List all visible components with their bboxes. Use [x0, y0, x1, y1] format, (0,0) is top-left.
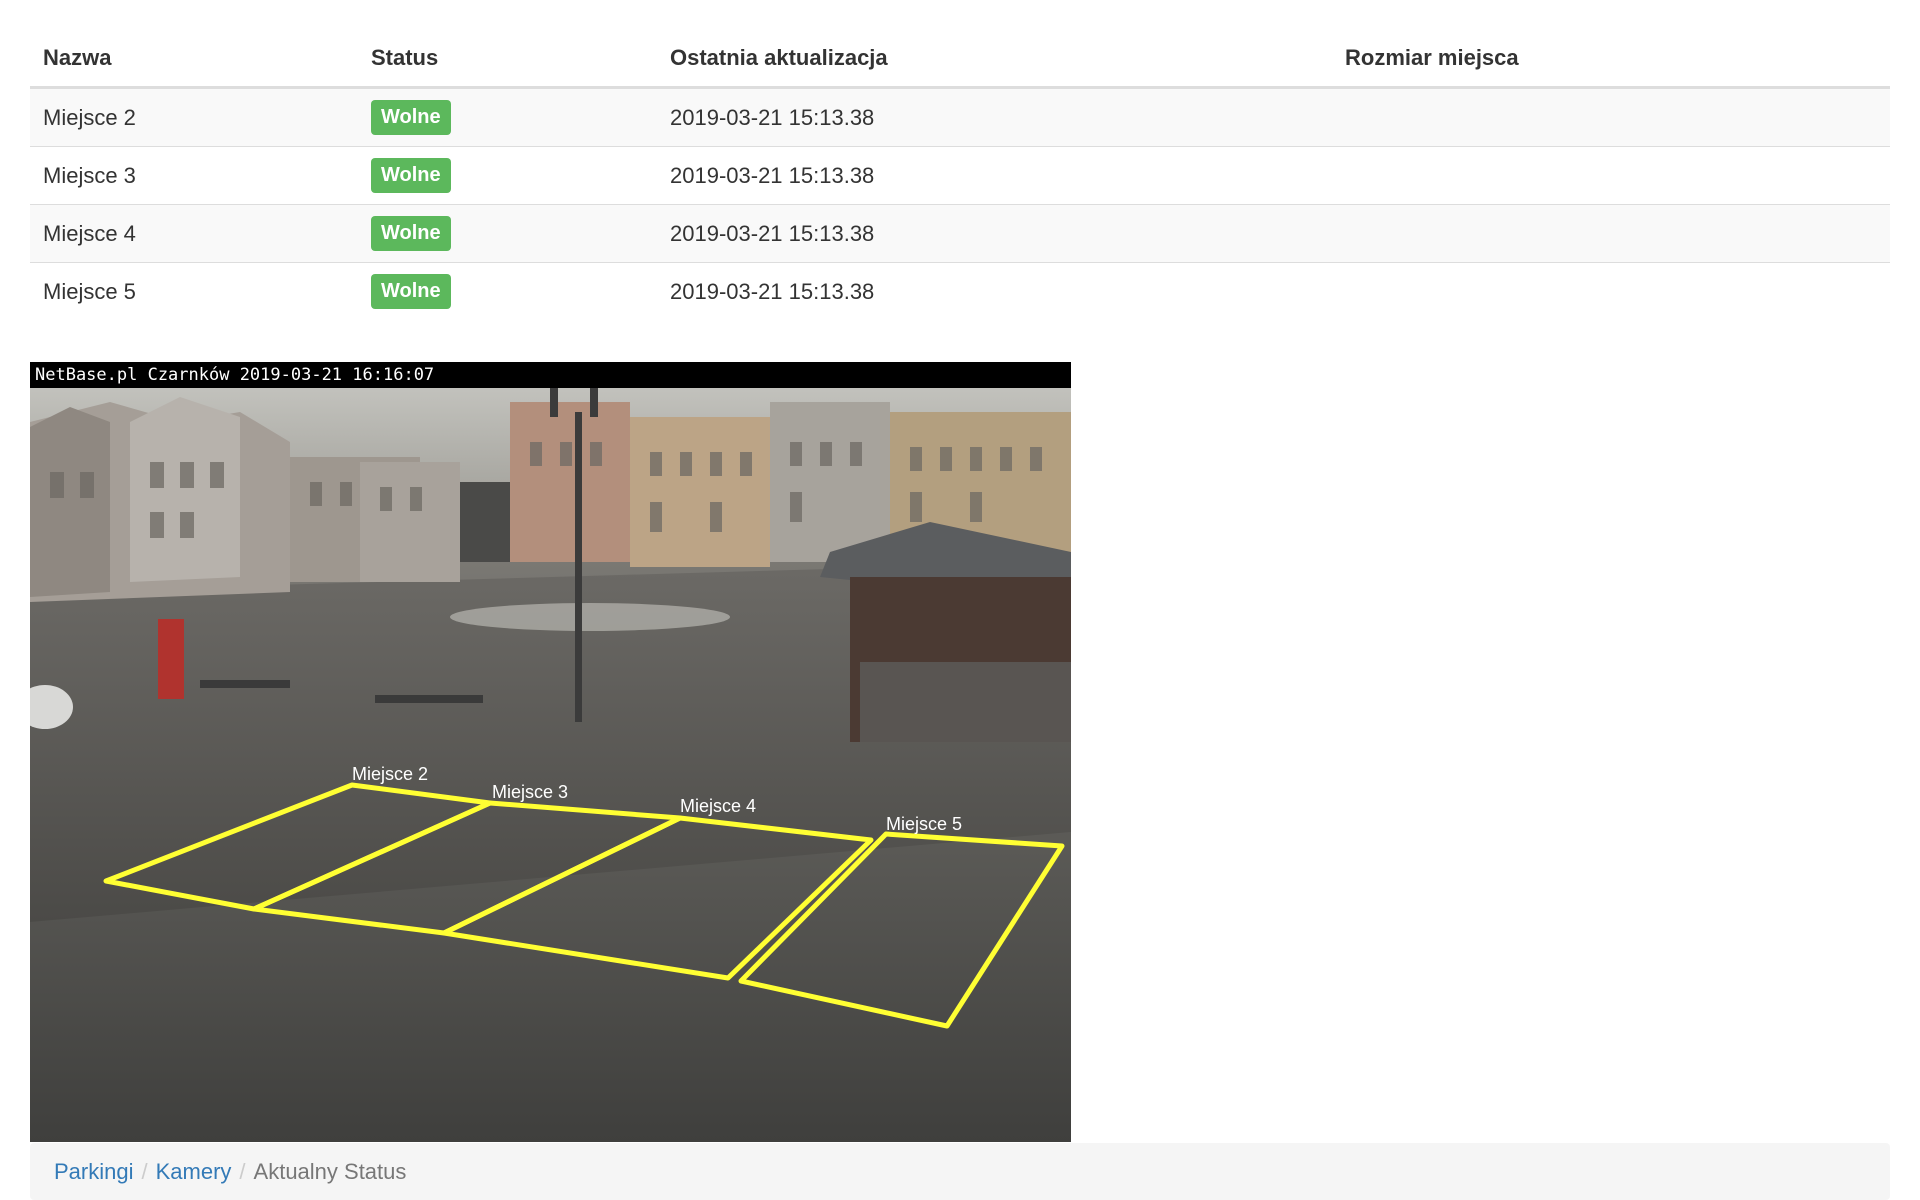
status-badge: Wolne	[371, 274, 451, 309]
table-row: Miejsce 3 Wolne 2019-03-21 15:13.38	[30, 146, 1890, 205]
status-badge: Wolne	[371, 216, 451, 251]
spot-label-5: Miejsce 5	[886, 814, 962, 834]
spot-size	[1332, 146, 1890, 205]
breadcrumb-current: Aktualny Status	[253, 1159, 407, 1184]
camera-image: Miejsce 2 Miejsce 3 Miejsce 4 Miejsce 5 …	[30, 362, 1071, 1142]
spot-size	[1332, 262, 1890, 320]
breadcrumb-kamery[interactable]: Kamery	[156, 1159, 232, 1184]
header-status[interactable]: Status	[358, 30, 657, 89]
status-cell: Wolne	[358, 87, 657, 147]
spot-label-2: Miejsce 2	[352, 764, 428, 784]
spot-label-3: Miejsce 3	[492, 782, 568, 802]
header-spot-size[interactable]: Rozmiar miejsca	[1332, 30, 1890, 89]
table-row: Miejsce 5 Wolne 2019-03-21 15:13.38	[30, 262, 1890, 320]
last-update: 2019-03-21 15:13.38	[657, 262, 1332, 320]
table-header-row: Nazwa Status Ostatnia aktualizacja Rozmi…	[30, 30, 1890, 89]
status-badge: Wolne	[371, 100, 451, 135]
table-row: Miejsce 2 Wolne 2019-03-21 15:13.38	[30, 87, 1890, 147]
spot-name: Miejsce 5	[30, 262, 358, 320]
last-update: 2019-03-21 15:13.38	[657, 146, 1332, 205]
breadcrumb-parkingi[interactable]: Parkingi	[54, 1159, 133, 1184]
header-last-update[interactable]: Ostatnia aktualizacja	[657, 30, 1332, 89]
status-cell: Wolne	[358, 146, 657, 205]
spot-name: Miejsce 4	[30, 204, 358, 263]
spot-label-4: Miejsce 4	[680, 796, 756, 816]
last-update: 2019-03-21 15:13.38	[657, 204, 1332, 263]
status-cell: Wolne	[358, 204, 657, 263]
parking-spots-table: Nazwa Status Ostatnia aktualizacja Rozmi…	[30, 30, 1890, 320]
camera-scene: Miejsce 2 Miejsce 3 Miejsce 4 Miejsce 5	[30, 362, 1071, 1142]
breadcrumb: Parkingi / Kamery / Aktualny Status	[30, 1143, 1890, 1200]
header-name[interactable]: Nazwa	[30, 30, 358, 89]
parking-spots-table-container: Nazwa Status Ostatnia aktualizacja Rozmi…	[30, 30, 1890, 320]
breadcrumb-separator: /	[141, 1159, 148, 1184]
camera-timestamp-overlay: NetBase.pl Czarnków 2019-03-21 16:16:07	[30, 362, 1071, 388]
spot-name: Miejsce 3	[30, 146, 358, 205]
breadcrumb-separator: /	[239, 1159, 246, 1184]
spot-name: Miejsce 2	[30, 87, 358, 147]
spot-size	[1332, 87, 1890, 147]
status-badge: Wolne	[371, 158, 451, 193]
last-update: 2019-03-21 15:13.38	[657, 87, 1332, 147]
spot-size	[1332, 204, 1890, 263]
table-row: Miejsce 4 Wolne 2019-03-21 15:13.38	[30, 204, 1890, 263]
status-cell: Wolne	[358, 262, 657, 320]
